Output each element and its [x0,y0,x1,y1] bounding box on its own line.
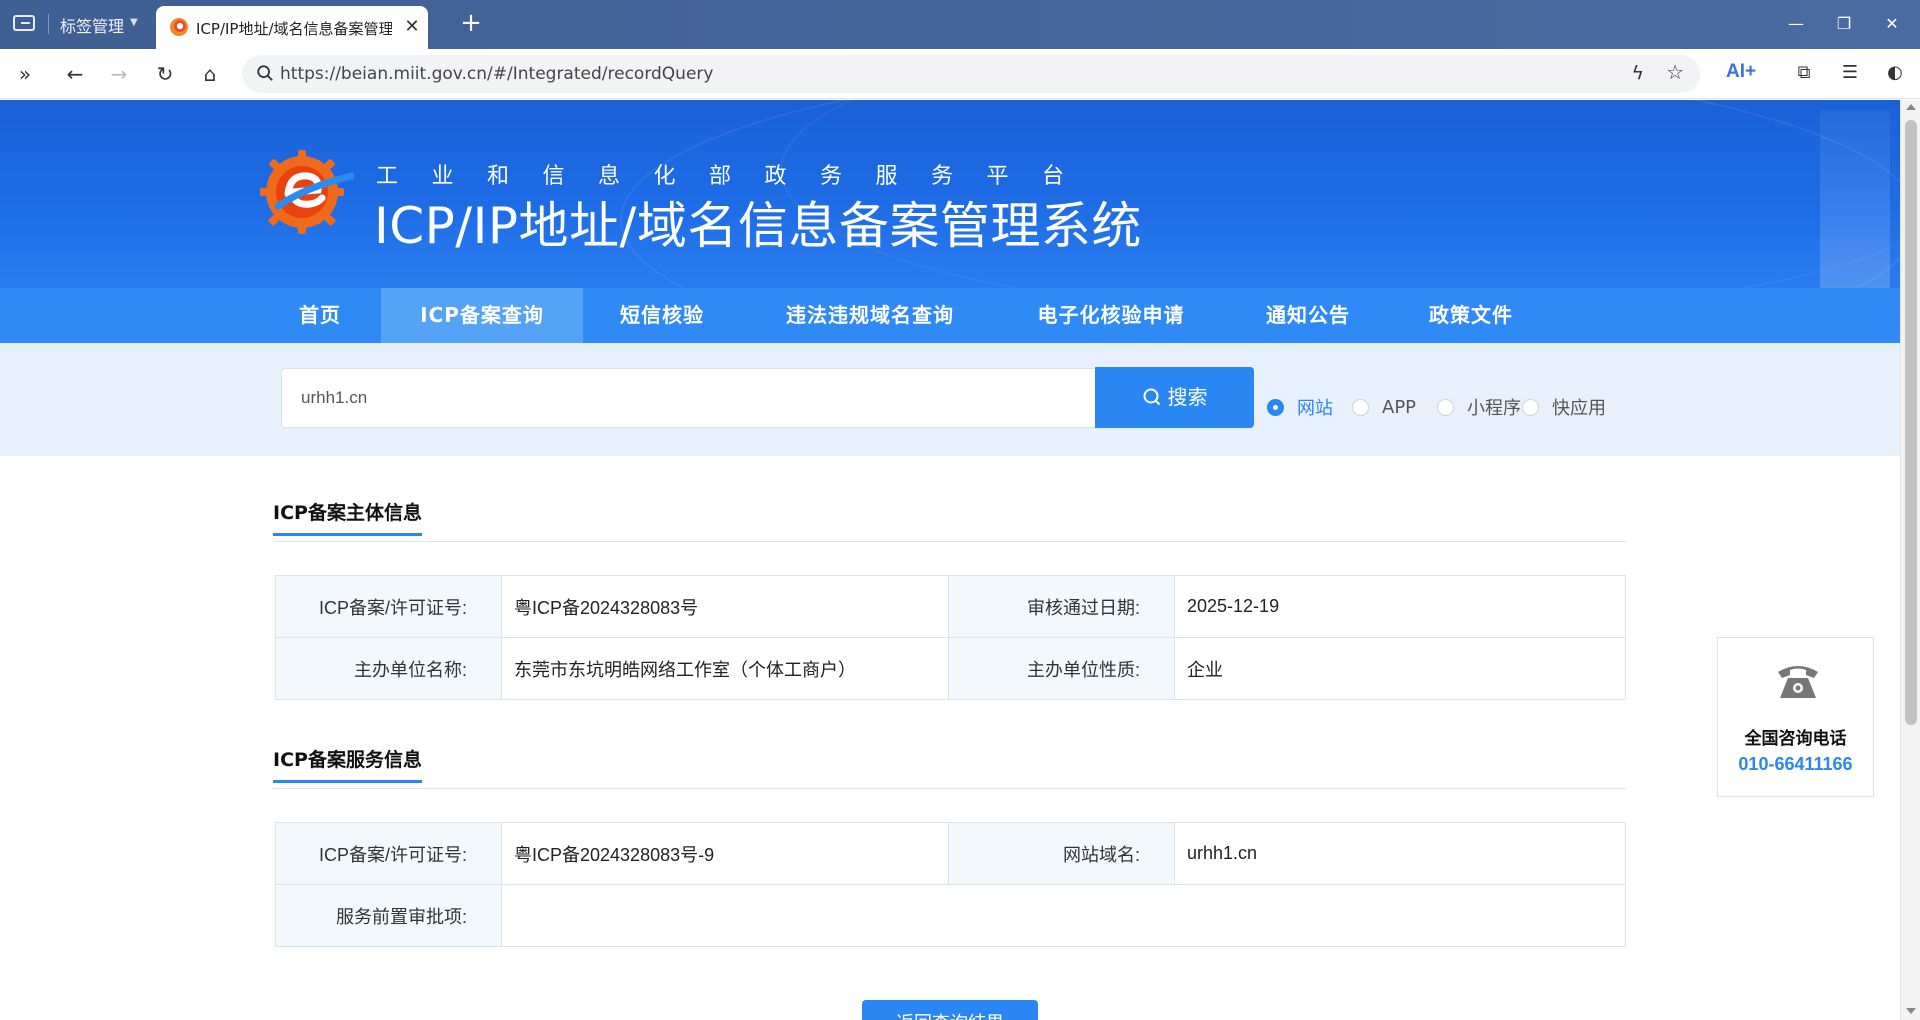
radio-dot [1352,398,1369,416]
scroll-up-icon[interactable] [1906,104,1916,110]
table-key: 网站域名: [948,822,1175,885]
close-window-icon[interactable]: ✕ [1872,10,1912,38]
scrollbar-thumb[interactable] [1905,120,1917,725]
new-tab-icon[interactable]: + [456,8,486,38]
table-row: 服务前置审批项: [275,884,1626,947]
url-text: https://beian.miit.gov.cn/#/Integrated/r… [280,64,714,84]
site-banner: 工业和信息化部政务服务平台 ICP/IP地址/域名信息备案管理系统 [0,100,1900,288]
minimize-icon[interactable]: — [1776,10,1816,38]
table-key: 服务前置审批项: [275,884,502,947]
search-band: urhh1.cn 搜索 网站 APP 小程序 快应用 [0,343,1900,456]
radio-label: APP [1382,396,1417,418]
table-key: 主办单位名称: [275,637,502,700]
section-divider [273,541,1626,542]
forward-icon[interactable]: → [104,59,134,89]
radio-website[interactable]: 网站 [1267,396,1333,419]
table-value: urhh1.cn [1174,822,1626,885]
table-key: 审核通过日期: [948,575,1175,638]
table-row: 主办单位名称: 东莞市东坑明皓网络工作室（个体工商户） 主办单位性质: 企业 [275,637,1626,700]
browser-tab-bar: 标签管理 ▼ ICP/IP地址/域名信息备案管理系统 ✕ + — ❐ ✕ [0,0,1920,49]
service-info-table: ICP备案/许可证号: 粤ICP备2024328083号-9 网站域名: urh… [275,822,1626,947]
table-row: ICP备案/许可证号: 粤ICP备2024328083号 审核通过日期: 202… [275,575,1626,638]
ai-assistant-button[interactable]: AI+ [1726,61,1756,83]
table-value: 粤ICP备2024328083号 [501,575,949,638]
table-value: 企业 [1174,637,1626,700]
tab-separator [48,14,49,34]
table-key: ICP备案/许可证号: [275,575,502,638]
search-icon [257,65,273,81]
table-value [501,884,1626,947]
chevron-down-icon[interactable]: ▼ [130,17,138,28]
sidebar-toggle-icon[interactable] [10,12,38,34]
search-button-label: 搜索 [1167,385,1208,409]
table-key: 主办单位性质: [948,637,1175,700]
hotline-label: 全国咨询电话 [1744,729,1847,749]
tab-group-label[interactable]: 标签管理 [60,13,124,37]
telephone-icon [1778,666,1818,698]
radio-label: 网站 [1297,398,1333,419]
table-value: 2025-12-19 [1174,575,1626,638]
radio-mini-program[interactable]: 小程序 [1437,396,1521,419]
banner-decoration [1820,110,1890,288]
extensions-icon[interactable]: ⧉ [1791,60,1817,86]
profile-icon[interactable]: ◐ [1882,60,1908,86]
lightning-icon[interactable]: ϟ [1631,62,1644,84]
hotline-number[interactable]: 010-66411166 [1718,754,1873,775]
page-viewport: 工业和信息化部政务服务平台 ICP/IP地址/域名信息备案管理系统 首页 ICP… [0,100,1900,1020]
table-key: ICP备案/许可证号: [275,822,502,885]
table-row: ICP备案/许可证号: 粤ICP备2024328083号-9 网站域名: urh… [275,822,1626,885]
radio-dot [1522,398,1539,416]
active-tab[interactable]: ICP/IP地址/域名信息备案管理系统 ✕ [156,6,428,49]
back-icon[interactable]: ← [60,59,90,89]
double-chevron-right-icon[interactable]: » [10,59,40,89]
tab-title: ICP/IP地址/域名信息备案管理系统 [196,20,392,38]
nav-item-e-verify[interactable]: 电子化核验申请 [1022,288,1200,343]
main-nav: 首页 ICP备案查询 短信核验 违法违规域名查询 电子化核验申请 通知公告 政策… [0,288,1900,343]
nav-item-home[interactable]: 首页 [280,288,360,343]
close-tab-icon[interactable]: ✕ [400,15,424,39]
radio-label: 小程序 [1467,398,1521,419]
nav-item-icp-query[interactable]: ICP备案查询 [381,288,583,343]
radio-dot [1267,398,1284,416]
miit-logo-icon [260,150,354,234]
subject-info-table: ICP备案/许可证号: 粤ICP备2024328083号 审核通过日期: 202… [275,575,1626,700]
section-divider [273,788,1626,789]
reading-list-icon[interactable]: ☰ [1837,60,1863,86]
table-value: 东莞市东坑明皓网络工作室（个体工商户） [501,637,949,700]
return-to-results-button[interactable]: 返回查询结果 [862,1000,1038,1020]
subject-info-title: ICP备案主体信息 [273,498,422,536]
nav-item-notices[interactable]: 通知公告 [1252,288,1364,343]
home-icon[interactable]: ⌂ [195,59,225,89]
nav-item-illegal-domain[interactable]: 违法违规域名查询 [769,288,971,343]
table-value: 粤ICP备2024328083号-9 [501,822,949,885]
site-favicon-icon [170,18,188,36]
page-title: ICP/IP地址/域名信息备案管理系统 [374,197,1142,255]
radio-app[interactable]: APP [1352,396,1416,418]
search-input[interactable]: urhh1.cn [281,368,1095,428]
radio-dot [1437,398,1454,416]
bookmark-star-icon[interactable]: ☆ [1666,60,1684,84]
search-button[interactable]: 搜索 [1095,367,1254,428]
nav-item-sms-verify[interactable]: 短信核验 [603,288,721,343]
service-info-title: ICP备案服务信息 [273,745,422,783]
nav-item-policies[interactable]: 政策文件 [1415,288,1527,343]
browser-address-bar: » ← → ↻ ⌂ https://beian.miit.gov.cn/#/In… [0,49,1920,99]
hotline-widget: 全国咨询电话 010-66411166 [1717,637,1874,797]
url-field[interactable]: https://beian.miit.gov.cn/#/Integrated/r… [242,55,1700,93]
reload-icon[interactable]: ↻ [150,59,180,89]
scroll-down-icon[interactable] [1906,1008,1916,1014]
search-icon [1143,388,1160,406]
page-scrollbar[interactable] [1900,100,1920,1020]
radio-quick-app[interactable]: 快应用 [1522,396,1606,419]
radio-label: 快应用 [1552,398,1606,419]
restore-icon[interactable]: ❐ [1824,10,1864,38]
